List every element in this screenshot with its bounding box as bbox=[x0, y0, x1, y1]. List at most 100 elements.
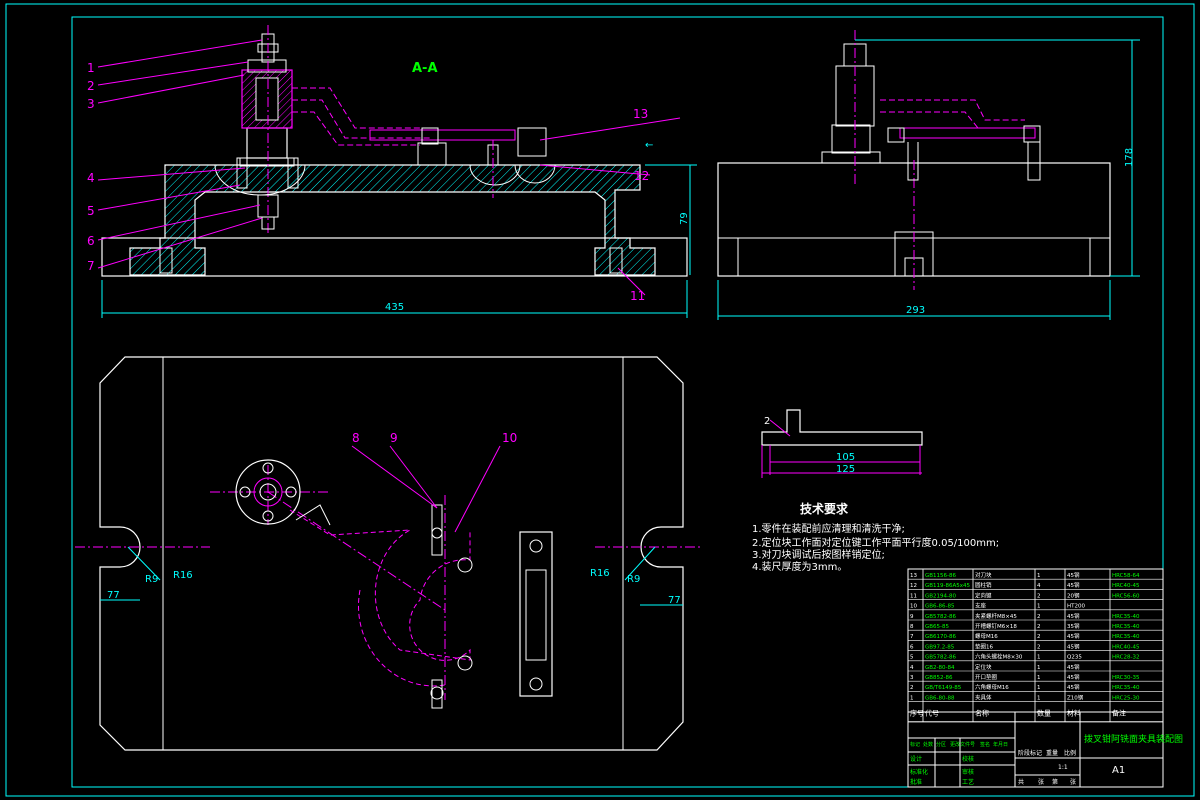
bom-cell: GB/T6149-85 bbox=[925, 685, 962, 691]
bom-cell: HRC35-40 bbox=[1112, 614, 1140, 620]
callout-9: 9 bbox=[390, 431, 398, 445]
stage-label-0: 阶段标记 bbox=[1018, 749, 1042, 757]
bom-cell: 4 bbox=[1037, 583, 1041, 589]
bom-cell: HRC56-60 bbox=[1112, 593, 1140, 599]
bom-cell: 45钢 bbox=[1067, 673, 1080, 681]
bom-cell: 45钢 bbox=[1067, 663, 1080, 671]
bom-cell: 1 bbox=[1037, 655, 1041, 661]
bom-cell: GB6-80-88 bbox=[925, 695, 955, 701]
tech-req-item-3: 3.对刀块调试后按图样销定位; bbox=[752, 548, 885, 561]
stage-label-1: 重量 bbox=[1046, 749, 1058, 757]
callout-11: 11 bbox=[630, 289, 645, 303]
tech-req-item-4: 4.装尺厚度为3mm。 bbox=[752, 560, 847, 573]
bom-header-cell: 备注 bbox=[1112, 709, 1126, 718]
stage-label-2: 比例 bbox=[1064, 749, 1076, 757]
bom-cell: GB65-85 bbox=[925, 624, 950, 630]
dim-radius-big-right: R16 bbox=[590, 568, 610, 579]
sheet-label-2: 第 bbox=[1052, 778, 1058, 786]
bom-cell: GB97.2-85 bbox=[925, 644, 955, 650]
drawing-title: 拨叉钳阿铣面夹具装配图 bbox=[1084, 733, 1183, 745]
dim-radius-small-left: R9 bbox=[145, 574, 158, 585]
bom-cell: 8 bbox=[910, 624, 914, 630]
bom-cell: GB1156-86 bbox=[925, 573, 957, 579]
callout-5: 5 bbox=[87, 204, 95, 218]
bom-header-cell: 序号 bbox=[910, 709, 924, 718]
title-block: 拨叉钳阿铣面夹具装配图 A1 1:1 阶段标记 重量 比例 共 张 第 张 标记… bbox=[907, 711, 1183, 788]
bom-cell: 10 bbox=[910, 604, 917, 610]
left-label-2: 审核 bbox=[962, 768, 974, 776]
bom-cell: HRC28-32 bbox=[1112, 655, 1140, 661]
bom-cell: 20钢 bbox=[1067, 591, 1080, 599]
bom-cell: 5 bbox=[910, 655, 914, 661]
bom-cell: 45钢 bbox=[1067, 683, 1080, 691]
bom-cell: 六角螺母M16 bbox=[975, 683, 1009, 691]
callout-1: 1 bbox=[87, 61, 95, 75]
bom-cell: 45钢 bbox=[1067, 642, 1080, 650]
tech-requirements: 技术要求 1.零件在装配前应清理和清洗干净; 2.定位块工作面对定位键工作平面平… bbox=[752, 501, 999, 573]
bom-cell: 4 bbox=[910, 665, 914, 671]
bom-cell: Q235 bbox=[1067, 655, 1082, 661]
scale-ratio: 1:1 bbox=[1058, 764, 1068, 771]
bom-cell: GB5782-86 bbox=[925, 655, 957, 661]
bom-cell: 螺母M16 bbox=[975, 632, 998, 640]
bom-cell: GB852-86 bbox=[925, 675, 953, 681]
bom-cell: 2 bbox=[1037, 644, 1041, 650]
bom-cell: 开槽螺钉M6×18 bbox=[975, 622, 1017, 630]
callout-6: 6 bbox=[87, 234, 95, 248]
sheet-label-0: 共 bbox=[1018, 778, 1024, 786]
bom-cell: GB2-80-84 bbox=[925, 665, 955, 671]
bom-cell: 对刀块 bbox=[975, 571, 992, 579]
tech-req-item-2: 2.定位块工作面对定位键工作平面平行度0.05/100mm; bbox=[752, 536, 999, 549]
bom-cell: HRC35-40 bbox=[1112, 634, 1140, 640]
bom-cell: 定位块 bbox=[975, 663, 992, 671]
bom-cell: 13 bbox=[910, 573, 917, 579]
dim-detail-inner: 105 bbox=[836, 452, 855, 463]
bom-header-cell: 材料 bbox=[1067, 709, 1081, 718]
dim-offset-left: 77 bbox=[107, 590, 120, 601]
dim-offset-right: 77 bbox=[668, 595, 681, 606]
sheet-size: A1 bbox=[1112, 765, 1125, 776]
bom-cell: 六角头螺栓M8×30 bbox=[975, 653, 1023, 661]
callout-13: 13 bbox=[633, 107, 648, 121]
bom-cell: 1 bbox=[1037, 685, 1041, 691]
bom-cell: GB6170-86 bbox=[925, 634, 957, 640]
row-label-3: 更改文件号 bbox=[950, 741, 975, 748]
dim-side-height: 178 bbox=[1124, 148, 1135, 167]
callout-8: 8 bbox=[352, 431, 360, 445]
bom-cell: 定向键 bbox=[975, 591, 992, 599]
bom-cell: Z10钢 bbox=[1067, 693, 1084, 701]
bom-header-cell: 数量 bbox=[1037, 709, 1051, 718]
bom-cell: HRC35-40 bbox=[1112, 685, 1140, 691]
dim-front-width: 435 bbox=[385, 302, 404, 313]
bom-cell: 1 bbox=[1037, 604, 1041, 610]
detail-view: 105 125 2 bbox=[761, 409, 923, 478]
bom-header-cell: 名称 bbox=[975, 709, 989, 718]
bom-cell: 夹具体 bbox=[975, 693, 992, 701]
callout-4: 4 bbox=[87, 171, 95, 185]
dim-detail-outer: 125 bbox=[836, 464, 855, 475]
bom-cell: 2 bbox=[1037, 593, 1041, 599]
left-label-5: 批准 bbox=[910, 778, 922, 786]
bom-cell: HRC40-45 bbox=[1112, 583, 1140, 589]
bom-cell: 35钢 bbox=[1067, 622, 1080, 630]
cad-drawing-canvas: 435 79 ← 1 2 3 4 5 6 7 13 12 11 A-A 178 … bbox=[5, 3, 1195, 797]
bom-cell: 1 bbox=[910, 695, 914, 701]
bom-cell: GB119-86A5x45 bbox=[925, 583, 971, 589]
dim-side-width: 293 bbox=[906, 305, 925, 316]
bom-cell: 2 bbox=[1037, 634, 1041, 640]
dim-radius-big-left: R16 bbox=[173, 570, 193, 581]
bom-cell: 2 bbox=[1037, 624, 1041, 630]
bom-cell: 3 bbox=[910, 675, 914, 681]
bom-cell: 1 bbox=[1037, 573, 1041, 579]
section-title: A-A bbox=[412, 61, 438, 76]
callout-7: 7 bbox=[87, 259, 95, 273]
sheet-label-3: 张 bbox=[1070, 778, 1076, 786]
bom-cell: 45钢 bbox=[1067, 612, 1080, 620]
bom-cell: GB2194-80 bbox=[925, 593, 957, 599]
bom-cell: HT200 bbox=[1067, 604, 1085, 610]
row-label-5: 年月日 bbox=[993, 741, 1008, 748]
bom-cell: HRC40-45 bbox=[1112, 644, 1140, 650]
left-label-1: 校核 bbox=[962, 755, 974, 763]
bom-cell: 6 bbox=[910, 644, 914, 650]
bom-cell: GB5782-86 bbox=[925, 614, 957, 620]
